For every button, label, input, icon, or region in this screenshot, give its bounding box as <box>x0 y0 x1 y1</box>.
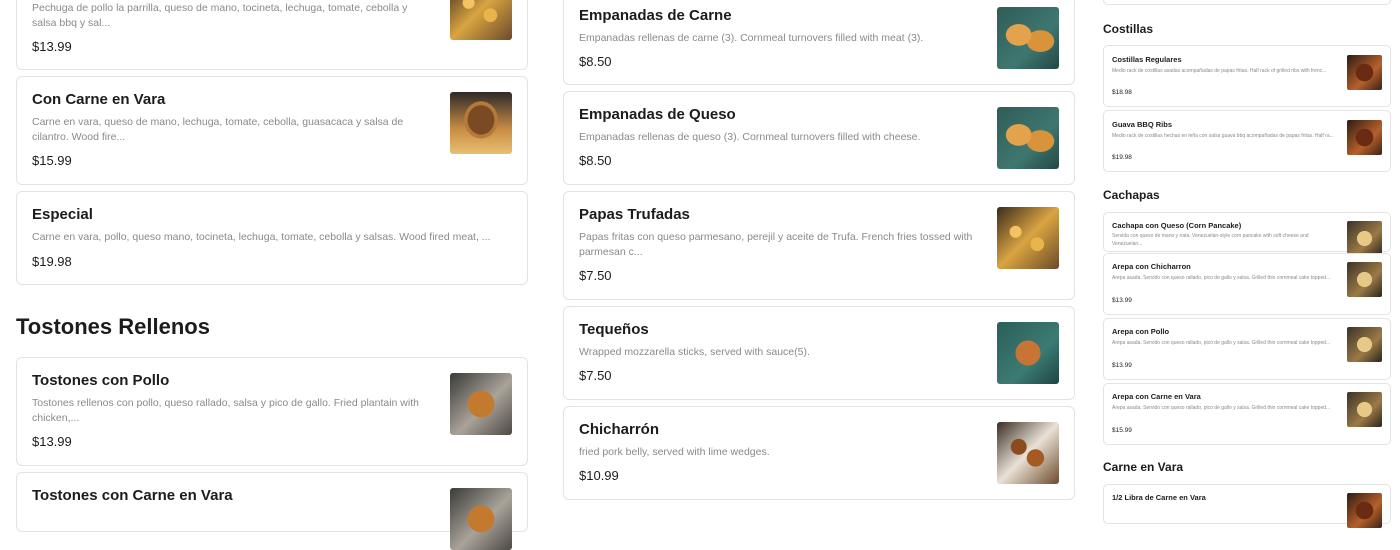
tostones-icon <box>450 373 512 435</box>
menu-item-card[interactable]: Guava BBQ Ribs Medio rack de costillas h… <box>1103 110 1391 172</box>
item-description: Arepa asada. Servido con queso rallado, … <box>1112 405 1331 411</box>
item-title: Tequeños <box>579 321 649 338</box>
item-description: Medio rack de costillas asadas acompañad… <box>1112 68 1327 74</box>
item-title: Empanadas de Carne <box>579 7 732 24</box>
arepa-icon <box>1347 262 1382 297</box>
item-title: Tostones con Pollo <box>32 372 170 389</box>
item-price: $15.99 <box>1112 427 1132 434</box>
item-description: Tostones rellenos con pollo, queso ralla… <box>32 397 419 424</box>
item-description: Empanadas rellenas de carne (3). Cornmea… <box>579 32 924 44</box>
section-title-carne-en-vara: Carne en Vara <box>1103 460 1184 474</box>
item-title: Con Carne en Vara <box>32 91 166 108</box>
menu-item-card[interactable]: Chicharrón fried pork belly, served with… <box>563 406 1075 500</box>
item-price: $10.99 <box>579 468 619 483</box>
menu-item-card[interactable]: Costillas Regulares Medio rack de costil… <box>1103 45 1391 107</box>
item-title: Costillas Regulares <box>1112 55 1182 64</box>
arepa-icon <box>1347 327 1382 362</box>
tostones-icon <box>450 488 512 550</box>
empanada-icon <box>997 107 1059 169</box>
item-price: $13.99 <box>32 434 72 449</box>
item-title: Chicharrón <box>579 421 660 438</box>
item-title: Guava BBQ Ribs <box>1112 120 1173 129</box>
menu-item-card[interactable]: Pechuga de pollo la parrilla, queso de m… <box>16 0 528 70</box>
item-description: fried pork belly, served with lime wedge… <box>579 446 770 458</box>
cachapa-icon <box>1347 221 1382 256</box>
item-title: Arepa con Pollo <box>1112 327 1170 336</box>
item-description: Wrapped mozzarella sticks, served with s… <box>579 346 810 358</box>
menu-item-card[interactable]: Empanadas de Carne Empanadas rellenas de… <box>563 0 1075 85</box>
menu-item-card[interactable] <box>1103 0 1391 5</box>
item-title: Especial <box>32 206 93 223</box>
item-price: $7.50 <box>579 368 612 383</box>
item-description: Servida con queso de mano y nata. Venezu… <box>1112 233 1309 247</box>
item-price: $8.50 <box>579 153 612 168</box>
burger-icon <box>450 92 512 154</box>
item-price: $8.50 <box>579 54 612 69</box>
item-description: Arepa asada. Servido con queso rallado, … <box>1112 340 1331 346</box>
ribs-icon <box>1347 120 1382 155</box>
item-description: Pechuga de pollo la parrilla, queso de m… <box>32 2 408 29</box>
item-description: Medio rack de costillas hechas en leña c… <box>1112 133 1334 139</box>
menu-item-card[interactable]: Arepa con Carne en Vara Arepa asada. Ser… <box>1103 383 1391 445</box>
menu-item-card[interactable]: Arepa con Pollo Arepa asada. Servido con… <box>1103 318 1391 380</box>
menu-item-card[interactable]: Especial Carne en vara, pollo, queso man… <box>16 191 528 285</box>
menu-item-card[interactable]: Empanadas de Queso Empanadas rellenas de… <box>563 91 1075 185</box>
item-price: $19.98 <box>1112 154 1132 161</box>
menu-item-card[interactable]: Con Carne en Vara Carne en vara, queso d… <box>16 76 528 185</box>
item-description: Carne en vara, queso de mano, lechuga, t… <box>32 116 404 143</box>
item-description: Carne en vara, pollo, queso mano, tocine… <box>32 231 491 243</box>
menu-item-card[interactable]: Tostones con Pollo Tostones rellenos con… <box>16 357 528 466</box>
item-price: $13.99 <box>1112 297 1132 304</box>
item-price: $13.99 <box>32 39 72 54</box>
item-title: 1/2 Libra de Carne en Vara <box>1112 493 1206 502</box>
section-title-tostones: Tostones Rellenos <box>16 314 210 339</box>
item-title: Arepa con Carne en Vara <box>1112 392 1201 401</box>
ribs-icon <box>1347 55 1382 90</box>
item-price: $13.99 <box>1112 362 1132 369</box>
item-price: $19.98 <box>32 254 72 269</box>
item-title: Arepa con Chicharron <box>1112 262 1191 271</box>
item-title: Empanadas de Queso <box>579 106 736 123</box>
item-title: Tostones con Carne en Vara <box>32 487 233 504</box>
menu-item-card[interactable]: Tostones con Carne en Vara <box>16 472 528 550</box>
section-title-costillas: Costillas <box>1103 22 1154 36</box>
menu-item-card[interactable]: Tequeños Wrapped mozzarella sticks, serv… <box>563 306 1075 400</box>
empanada-icon <box>997 7 1059 69</box>
menu-item-card[interactable]: Papas Trufadas Papas fritas con queso pa… <box>563 191 1075 300</box>
menu-item-card[interactable]: Arepa con Chicharron Arepa asada. Servid… <box>1103 253 1391 315</box>
menu-item-card[interactable]: Cachapa con Queso (Corn Pancake) Servida… <box>1103 212 1391 256</box>
item-price: $15.99 <box>32 153 72 168</box>
carne-icon <box>1347 493 1382 528</box>
item-price: $18.98 <box>1112 89 1132 96</box>
menu-item-card[interactable]: 1/2 Libra de Carne en Vara <box>1103 484 1391 528</box>
item-price: $7.50 <box>579 268 612 283</box>
item-title: Papas Trufadas <box>579 206 690 223</box>
item-description: Empanadas rellenas de queso (3). Cornmea… <box>579 131 921 143</box>
chicharron-icon <box>997 422 1059 484</box>
tequenos-icon <box>997 322 1059 384</box>
section-title-cachapas: Cachapas <box>1103 188 1160 202</box>
item-description: Papas fritas con queso parmesano, pereji… <box>579 231 973 258</box>
fries-icon <box>450 0 512 40</box>
item-title: Cachapa con Queso (Corn Pancake) <box>1112 221 1242 230</box>
arepa-icon <box>1347 392 1382 427</box>
item-description: Arepa asada. Servido con queso rallado, … <box>1112 275 1331 281</box>
fries-icon <box>997 207 1059 269</box>
